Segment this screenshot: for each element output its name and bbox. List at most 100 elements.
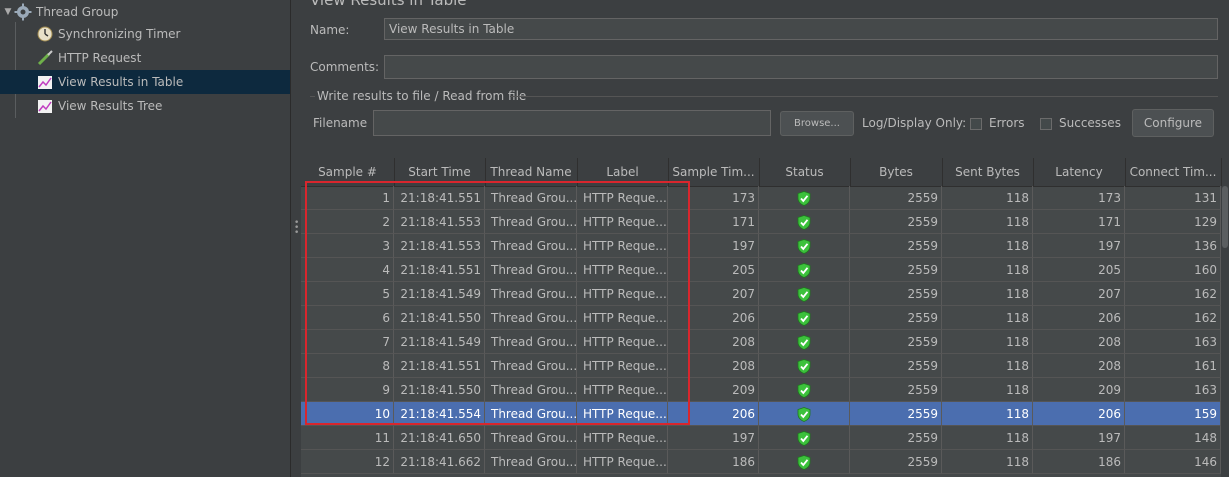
configure-button[interactable]: Configure [1132, 109, 1214, 137]
table-cell: 2559 [850, 186, 942, 210]
vertical-scrollbar[interactable] [1221, 186, 1229, 477]
table-cell: 118 [942, 210, 1033, 234]
column-header[interactable]: Latency [1033, 158, 1126, 186]
table-cell: 118 [942, 306, 1033, 330]
scrollbar-thumb[interactable] [1222, 186, 1228, 248]
table-cell: 171 [1033, 210, 1125, 234]
table-cell: 11 [301, 426, 394, 450]
gear-icon [14, 3, 32, 21]
table-cell: HTTP Reque... [577, 426, 668, 450]
table-cell: 159 [1125, 402, 1221, 426]
table-row[interactable]: 2 21:18:41.553 Thread Grou... HTTP Reque...… [301, 210, 1221, 234]
table-cell: 2 [301, 210, 394, 234]
table-cell: Thread Grou... [485, 306, 577, 330]
table-cell: 209 [1033, 378, 1125, 402]
table-row[interactable]: 8 21:18:41.551 Thread Grou... HTTP Reque...… [301, 354, 1221, 378]
name-field[interactable]: View Results in Table [384, 18, 1218, 40]
table-row[interactable]: 11 21:18:41.650 Thread Grou... HTTP Reque..… [301, 426, 1221, 450]
table-cell: 118 [942, 354, 1033, 378]
table-cell: 173 [1033, 186, 1125, 210]
column-header[interactable]: Sample # [301, 158, 395, 186]
table-cell: 118 [942, 258, 1033, 282]
table-cell: 197 [668, 234, 759, 258]
column-header[interactable]: Thread Name [485, 158, 578, 186]
table-cell: 21:18:41.549 [394, 330, 485, 354]
table-cell: 118 [942, 282, 1033, 306]
successes-checkbox[interactable] [1040, 118, 1052, 130]
tree-node-http-request[interactable]: HTTP Request [36, 46, 290, 70]
table-cell: 118 [942, 402, 1033, 426]
table-cell: 7 [301, 330, 394, 354]
column-header[interactable]: Sent Bytes [942, 158, 1034, 186]
tree-node-synchronizing-timer[interactable]: Synchronizing Timer [36, 22, 290, 46]
column-header[interactable]: Status [759, 158, 851, 186]
table-cell: 208 [1033, 330, 1125, 354]
table-cell: 163 [1125, 378, 1221, 402]
table-cell: 21:18:41.650 [394, 426, 485, 450]
table-cell: 21:18:41.553 [394, 234, 485, 258]
table-cell: 136 [1125, 234, 1221, 258]
table-row[interactable]: 4 21:18:41.551 Thread Grou... HTTP Reque...… [301, 258, 1221, 282]
table-cell: HTTP Reque... [577, 210, 668, 234]
table-cell: 206 [668, 402, 759, 426]
table-cell: 21:18:41.551 [394, 258, 485, 282]
table-row[interactable]: 12 21:18:41.662 Thread Grou... HTTP Reque..… [301, 450, 1221, 474]
table-cell: 163 [1125, 330, 1221, 354]
table-row[interactable]: 5 21:18:41.549 Thread Grou... HTTP Reque...… [301, 282, 1221, 306]
column-header[interactable]: Start Time [394, 158, 486, 186]
table-row[interactable]: 9 21:18:41.550 Thread Grou... HTTP Reque...… [301, 378, 1221, 402]
shield-check-icon [797, 455, 811, 470]
successes-label: Successes [1059, 116, 1121, 130]
table-cell: 4 [301, 258, 394, 282]
table-row[interactable]: 6 21:18:41.550 Thread Grou... HTTP Reque...… [301, 306, 1221, 330]
shield-check-icon [797, 407, 811, 422]
table-cell: 197 [668, 426, 759, 450]
table-cell: 206 [668, 306, 759, 330]
name-label: Name: [310, 23, 350, 37]
table-cell: 2559 [850, 210, 942, 234]
table-cell: HTTP Reque... [577, 282, 668, 306]
status-cell [759, 306, 850, 330]
tree-node-thread-group[interactable]: ▼ Thread Group [0, 0, 290, 24]
table-cell: 3 [301, 234, 394, 258]
shield-check-icon [797, 359, 811, 374]
table-cell: Thread Grou... [485, 450, 577, 474]
table-row[interactable]: 10 21:18:41.554 Thread Grou... HTTP Reque..… [301, 402, 1221, 426]
status-cell [759, 258, 850, 282]
filename-label: Filename [313, 116, 368, 130]
column-header[interactable]: Bytes [850, 158, 943, 186]
tree-node-view-results-table[interactable]: View Results in Table [0, 70, 290, 94]
column-header[interactable]: Label [577, 158, 669, 186]
table-cell: 21:18:41.550 [394, 306, 485, 330]
errors-checkbox[interactable] [970, 118, 982, 130]
filename-field[interactable] [373, 110, 771, 136]
column-header[interactable]: Connect Tim... [1125, 158, 1222, 186]
pipette-icon [36, 49, 54, 67]
chart-icon [36, 97, 54, 115]
table-cell: HTTP Reque... [577, 450, 668, 474]
table-cell: 2559 [850, 258, 942, 282]
collapse-arrow-icon[interactable]: ▼ [2, 1, 14, 23]
table-cell: 118 [942, 426, 1033, 450]
table-cell: 162 [1125, 282, 1221, 306]
shield-check-icon [797, 383, 811, 398]
errors-label: Errors [989, 116, 1025, 130]
table-cell: 2559 [850, 282, 942, 306]
section-divider [310, 96, 315, 97]
tree-node-view-results-tree[interactable]: View Results Tree [36, 94, 290, 118]
table-row[interactable]: 3 21:18:41.553 Thread Grou... HTTP Reque...… [301, 234, 1221, 258]
table-cell: HTTP Reque... [577, 378, 668, 402]
section-divider [510, 96, 1218, 97]
shield-check-icon [797, 431, 811, 446]
table-cell: 21:18:41.551 [394, 186, 485, 210]
table-cell: Thread Grou... [485, 234, 577, 258]
table-row[interactable]: 1 21:18:41.551 Thread Grou... HTTP Reque...… [301, 186, 1221, 210]
browse-button[interactable]: Browse... [780, 111, 854, 136]
column-header[interactable]: Sample Tim... [668, 158, 760, 186]
table-cell: 6 [301, 306, 394, 330]
status-cell [759, 330, 850, 354]
comments-field[interactable] [384, 55, 1218, 79]
shield-check-icon [797, 215, 811, 230]
table-row[interactable]: 7 21:18:41.549 Thread Grou... HTTP Reque...… [301, 330, 1221, 354]
table-cell: 146 [1125, 450, 1221, 474]
